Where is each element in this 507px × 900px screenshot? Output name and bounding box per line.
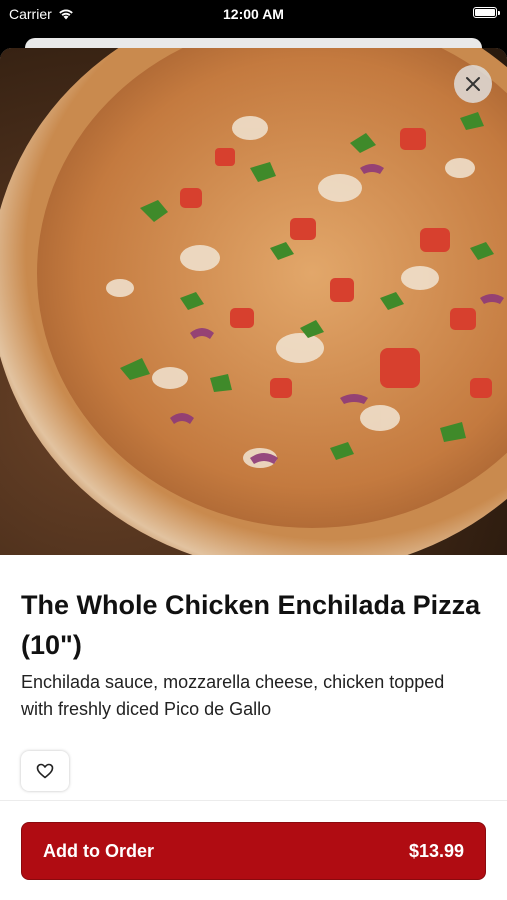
add-to-order-label: Add to Order: [43, 840, 154, 861]
close-icon: [466, 77, 480, 91]
close-button[interactable]: [454, 65, 492, 103]
divider: [0, 800, 507, 801]
item-price: $13.99: [408, 840, 464, 861]
heart-icon: [36, 763, 54, 779]
add-to-order-button[interactable]: Add to Order $13.99: [21, 822, 486, 880]
status-time: 12:00 AM: [223, 6, 284, 22]
item-photo: [0, 48, 507, 555]
item-title: The Whole Chicken Enchilada Pizza (10"): [21, 590, 481, 660]
favorite-button[interactable]: [21, 751, 69, 791]
battery-icon: [473, 7, 500, 18]
pizza-image: [0, 48, 507, 555]
item-description: Enchilada sauce, mozzarella cheese, chic…: [21, 672, 445, 719]
item-detail-sheet: The Whole Chicken Enchilada Pizza (10") …: [0, 48, 507, 900]
status-bar: Carrier 12:00 AM: [0, 0, 507, 34]
